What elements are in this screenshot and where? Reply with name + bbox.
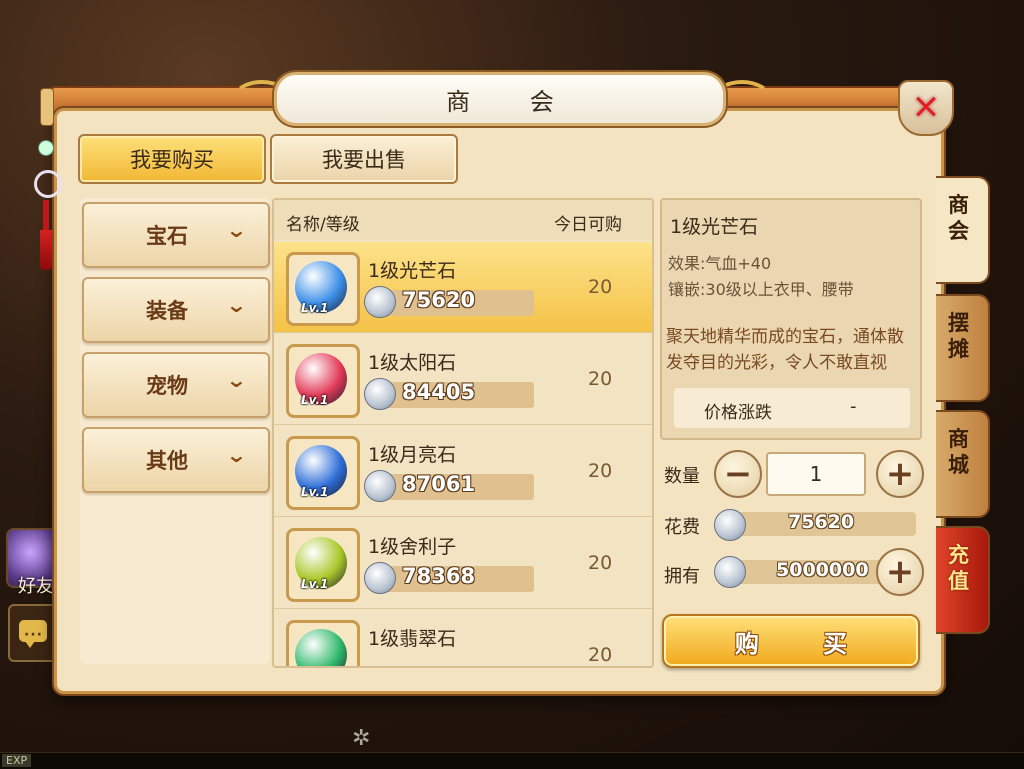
exp-label: EXP — [2, 754, 32, 767]
category-equipment[interactable]: 装备 ⌄ — [82, 277, 270, 343]
category-gems[interactable]: 宝石 ⌄ — [82, 202, 270, 268]
side-tab-guild-shop[interactable]: 商会 — [936, 176, 990, 284]
chevron-down-icon: ⌄ — [225, 443, 248, 467]
item-list[interactable]: 名称/等级 今日可购 Lv.1 1级光芒石 75620 20 Lv.1 1级太阳… — [272, 198, 654, 668]
trend-label: 价格涨跌 — [704, 403, 772, 423]
category-label: 装备 — [146, 299, 188, 323]
item-icon: Lv.1 — [286, 252, 360, 326]
buy-button[interactable]: 购 买 — [662, 614, 920, 668]
gear-icon[interactable]: ✲ — [352, 726, 370, 751]
plus-icon: + — [885, 454, 915, 494]
silver-coin-icon — [364, 378, 396, 410]
list-header: 名称/等级 今日可购 — [274, 200, 652, 240]
item-icon — [286, 620, 360, 666]
chevron-down-icon: ⌄ — [225, 293, 248, 317]
item-price: 75620 — [402, 288, 476, 312]
item-limit: 20 — [588, 552, 613, 574]
close-icon: ✕ — [911, 88, 941, 128]
category-label: 宠物 — [146, 374, 188, 398]
panel-title-text: 商 会 — [446, 87, 580, 116]
item-icon: Lv.1 — [286, 436, 360, 510]
owned-value: 5000000 — [776, 559, 869, 581]
side-tab-label: 充值 — [948, 543, 969, 593]
tab-buy[interactable]: 我要购买 — [78, 134, 266, 184]
plus-icon: + — [885, 552, 915, 592]
owned-label: 拥有 — [664, 566, 700, 587]
panel-ornament — [40, 88, 54, 126]
item-level: Lv.1 — [301, 393, 329, 407]
chat-button[interactable]: ··· — [8, 604, 58, 662]
item-price: 78368 — [402, 564, 476, 588]
list-item[interactable]: Lv.1 1级太阳石 84405 20 — [274, 334, 652, 425]
item-limit: 20 — [588, 276, 613, 298]
silver-coin-icon — [364, 286, 396, 318]
item-limit: 20 — [588, 460, 613, 482]
cost-label: 花费 — [664, 517, 700, 538]
close-button[interactable]: ✕ — [898, 80, 954, 136]
list-item[interactable]: Lv.1 1级月亮石 87061 20 — [274, 426, 652, 517]
detail-effect: 效果:气血+40 — [668, 254, 772, 273]
decrease-button[interactable]: − — [714, 450, 762, 498]
category-pets[interactable]: 宠物 ⌄ — [82, 352, 270, 418]
side-tab-label: 摆摊 — [948, 311, 969, 361]
item-name: 1级光芒石 — [368, 260, 457, 282]
detail-title: 1级光芒石 — [670, 216, 759, 238]
cost-value: 75620 — [788, 511, 855, 533]
side-tab-label: 商会 — [948, 193, 969, 243]
tassel-ornament — [34, 130, 62, 270]
item-name: 1级翡翠石 — [368, 628, 457, 650]
list-item[interactable]: Lv.1 1级舍利子 78368 20 — [274, 518, 652, 609]
item-price: 87061 — [402, 472, 476, 496]
item-price: 84405 — [402, 380, 476, 404]
header-name: 名称/等级 — [286, 215, 360, 235]
price-trend: 价格涨跌 - — [674, 388, 910, 428]
panel-title: 商 会 — [274, 72, 726, 126]
gem-icon — [295, 629, 347, 666]
friend-label: 好友 — [18, 576, 54, 597]
item-level: Lv.1 — [301, 577, 329, 591]
category-other[interactable]: 其他 ⌄ — [82, 427, 270, 493]
silver-coin-icon — [714, 509, 746, 541]
tab-sell[interactable]: 我要出售 — [270, 134, 458, 184]
header-limit: 今日可购 — [554, 215, 622, 235]
chat-dots: ··· — [24, 627, 43, 643]
item-icon: Lv.1 — [286, 344, 360, 418]
quantity-input[interactable]: 1 — [766, 452, 866, 496]
trend-value: - — [850, 396, 857, 417]
chevron-down-icon: ⌄ — [225, 218, 248, 242]
item-level: Lv.1 — [301, 485, 329, 499]
add-currency-button[interactable]: + — [876, 548, 924, 596]
side-tab-recharge[interactable]: 充值 — [936, 526, 990, 634]
item-name: 1级太阳石 — [368, 352, 457, 374]
item-limit: 20 — [588, 644, 613, 666]
item-name: 1级舍利子 — [368, 536, 457, 558]
silver-coin-icon — [714, 556, 746, 588]
chevron-down-icon: ⌄ — [225, 368, 248, 392]
buy-button-label: 购 买 — [734, 629, 876, 658]
item-icon: Lv.1 — [286, 528, 360, 602]
detail-description[interactable]: 聚天地精华而成的宝石，通体散发夺目的光彩，令人不敢直视 — [666, 324, 914, 386]
item-limit: 20 — [588, 368, 613, 390]
detail-inlay: 镶嵌:30级以上衣甲、腰带 — [668, 280, 854, 299]
category-label: 宝石 — [146, 224, 188, 248]
item-name: 1级月亮石 — [368, 444, 457, 466]
increase-button[interactable]: + — [876, 450, 924, 498]
minus-icon: − — [723, 454, 753, 494]
item-detail: 1级光芒石 效果:气血+40 镶嵌:30级以上衣甲、腰带 聚天地精华而成的宝石，… — [660, 198, 922, 440]
side-tab-stall[interactable]: 摆摊 — [936, 294, 990, 402]
quantity-label: 数量 — [664, 466, 700, 487]
exp-bar — [0, 752, 1024, 769]
list-item[interactable]: Lv.1 1级光芒石 75620 20 — [274, 242, 652, 333]
side-tab-label: 商城 — [948, 427, 969, 477]
silver-coin-icon — [364, 470, 396, 502]
side-tab-mall[interactable]: 商城 — [936, 410, 990, 518]
item-level: Lv.1 — [301, 301, 329, 315]
list-item[interactable]: 1级翡翠石 20 — [274, 610, 652, 666]
category-label: 其他 — [146, 449, 188, 473]
silver-coin-icon — [364, 562, 396, 594]
